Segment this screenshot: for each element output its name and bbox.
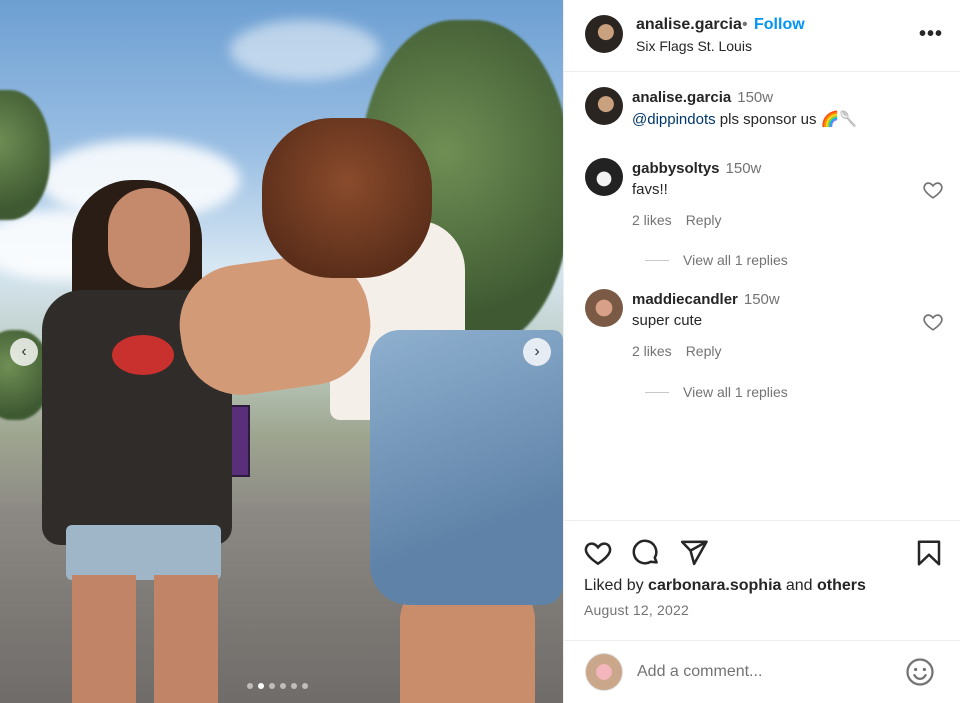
- post-header: analise.garcia • Follow Six Flags St. Lo…: [564, 0, 960, 72]
- comment-timestamp[interactable]: 150w: [726, 160, 762, 177]
- comment-timestamp[interactable]: 150w: [744, 291, 780, 308]
- comment-item: gabbysoltys 150w favs!! 2 likes Reply: [632, 160, 761, 228]
- avatar[interactable]: [585, 15, 623, 53]
- carousel-indicator: [247, 683, 308, 689]
- comment-reply-button[interactable]: Reply: [686, 343, 722, 359]
- photo-person-right-hair: [262, 118, 432, 278]
- avatar[interactable]: [585, 158, 623, 196]
- photo-person-left-legs: [72, 575, 218, 703]
- comment-text: super cute: [632, 312, 703, 329]
- photo-shirt-logo: [112, 335, 174, 375]
- heart-icon[interactable]: [922, 311, 944, 333]
- comment-likes-count[interactable]: 2 likes: [632, 343, 672, 359]
- carousel-next-button[interactable]: ›: [523, 338, 551, 366]
- comment-likes-count[interactable]: 2 likes: [632, 212, 672, 228]
- share-icon[interactable]: [679, 538, 709, 568]
- carousel-prev-button[interactable]: ‹: [10, 338, 38, 366]
- photo-person-right-overalls: [370, 330, 563, 605]
- liked-by-user-link[interactable]: carbonara.sophia: [648, 577, 781, 594]
- likes-prefix: Liked by: [584, 577, 649, 594]
- post-author-username[interactable]: analise.garcia: [636, 16, 742, 34]
- photo-cloud: [230, 20, 380, 80]
- likes-middle: and: [781, 577, 818, 594]
- heart-icon[interactable]: [922, 179, 944, 201]
- comment-reply-button[interactable]: Reply: [686, 212, 722, 228]
- more-options-icon[interactable]: •••: [919, 23, 943, 46]
- avatar: [585, 653, 623, 691]
- emoji-icon[interactable]: [905, 657, 935, 687]
- comment-username[interactable]: gabbysoltys: [632, 160, 720, 177]
- header-separator: •: [742, 16, 748, 33]
- avatar[interactable]: [585, 87, 623, 125]
- follow-button[interactable]: Follow: [754, 16, 805, 34]
- actions-divider: [564, 520, 960, 521]
- carousel-dot: [269, 683, 275, 689]
- post-location[interactable]: Six Flags St. Louis: [636, 38, 752, 54]
- caption-timestamp[interactable]: 150w: [737, 89, 773, 106]
- view-replies-button[interactable]: View all 1 replies: [645, 252, 788, 268]
- liked-by-others-link[interactable]: others: [817, 577, 866, 594]
- carousel-dot: [247, 683, 253, 689]
- photo-person-left-face: [108, 188, 190, 288]
- carousel-dot: [258, 683, 264, 689]
- chevron-left-icon: ‹: [21, 343, 27, 360]
- carousel-dot: [280, 683, 286, 689]
- photo-person-left-shorts: [66, 525, 221, 580]
- view-replies-label: View all 1 replies: [683, 384, 788, 400]
- view-replies-button[interactable]: View all 1 replies: [645, 384, 788, 400]
- post-photo[interactable]: ‹ ›: [0, 0, 563, 703]
- photo-tree: [0, 90, 50, 220]
- chevron-right-icon: ›: [534, 343, 540, 360]
- carousel-dot: [302, 683, 308, 689]
- likes-summary: Liked by carbonara.sophia and others: [584, 577, 866, 595]
- caption-mention-link[interactable]: @dippindots: [632, 111, 716, 128]
- comment-item: maddiecandler 150w super cute 2 likes Repl…: [632, 291, 780, 359]
- post-side-panel: analise.garcia • Follow Six Flags St. Lo…: [563, 0, 960, 703]
- replies-divider: [645, 259, 669, 261]
- post-caption: analise.garcia 150w @dippindots pls spons…: [632, 89, 858, 128]
- bookmark-icon[interactable]: [914, 538, 944, 568]
- replies-divider: [645, 391, 669, 393]
- carousel-dot: [291, 683, 297, 689]
- comment-text: favs!!: [632, 181, 668, 198]
- comment-username[interactable]: maddiecandler: [632, 291, 738, 308]
- view-replies-label: View all 1 replies: [683, 252, 788, 268]
- caption-text: pls sponsor us 🌈🥄: [715, 111, 859, 128]
- post-date[interactable]: August 12, 2022: [584, 602, 689, 618]
- comment-input[interactable]: [637, 658, 897, 686]
- comment-icon[interactable]: [631, 538, 661, 568]
- heart-icon[interactable]: [583, 538, 613, 568]
- caption-username[interactable]: analise.garcia: [632, 89, 731, 106]
- avatar[interactable]: [585, 289, 623, 327]
